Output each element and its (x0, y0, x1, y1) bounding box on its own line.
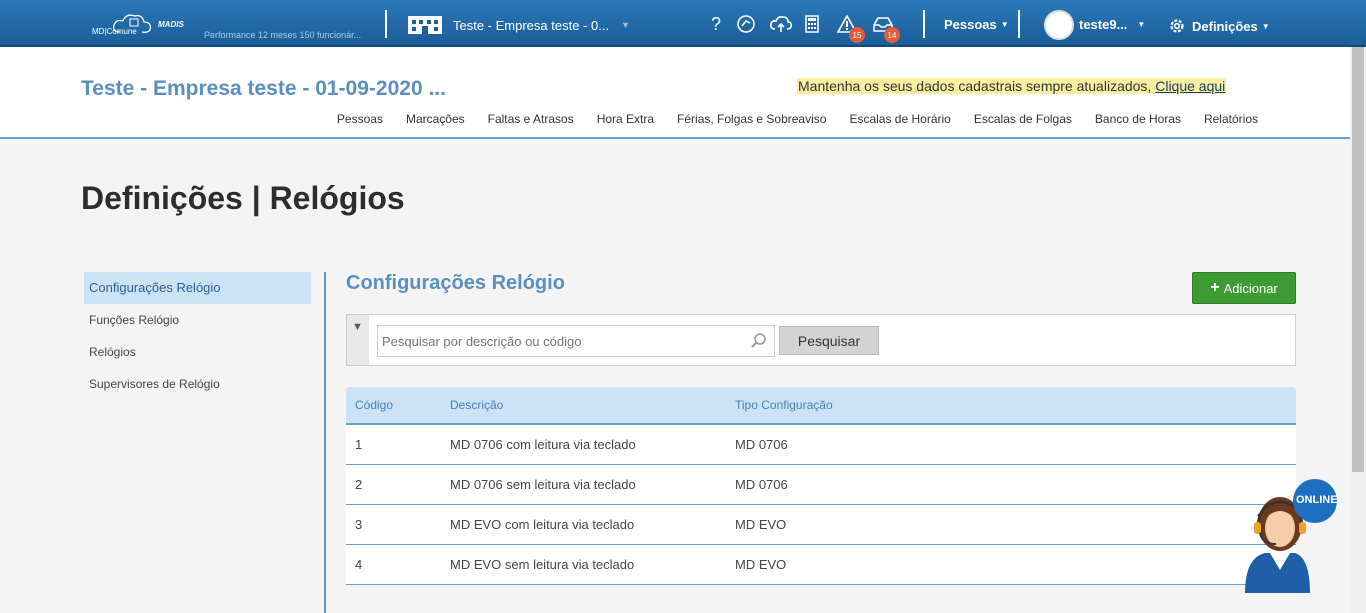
online-chat-widget[interactable]: ONLINE (1240, 478, 1340, 593)
column-header-tipo[interactable]: Tipo Configuração (735, 398, 1296, 412)
app-logo[interactable]: MD|Comune MADIS (90, 10, 190, 40)
cloud-upload-icon[interactable] (769, 14, 793, 34)
page-header: Teste - Empresa teste - 01-09-2020 ... M… (0, 47, 1350, 139)
user-name: teste9... (1079, 17, 1128, 32)
cell-descricao: MD 0706 sem leitura via teclado (450, 477, 636, 492)
alerts-badge: 15 (849, 27, 865, 43)
filter-bar: ▼ Pesquisar (346, 314, 1296, 366)
sidebar: Configurações Relógio Funções Relógio Re… (84, 272, 311, 400)
scrollbar[interactable] (1350, 47, 1366, 613)
section-title: Configurações Relógio (346, 272, 565, 294)
nav-marcacoes[interactable]: Marcações (406, 112, 465, 126)
logo-brand: MADIS (158, 20, 184, 29)
add-button-label: Adicionar (1223, 280, 1278, 296)
company-title: Teste - Empresa teste - 01-09-2020 ... (81, 77, 446, 100)
performance-label: Performance 12 meses 150 funcionár... (204, 30, 362, 40)
nav-ferias[interactable]: Férias, Folgas e Sobreaviso (677, 112, 826, 126)
chat-status: ONLINE (1296, 494, 1338, 506)
nav-relatorios[interactable]: Relatórios (1204, 112, 1258, 126)
update-notice: Mantenha os seus dados cadastrais sempre… (797, 78, 1227, 94)
divider (923, 10, 925, 38)
page-title: Definições | Relógios (81, 180, 405, 216)
sidebar-item-supervisores[interactable]: Supervisores de Relógio (84, 368, 311, 400)
table-row[interactable]: 1 MD 0706 com leitura via teclado MD 070… (346, 425, 1296, 465)
calculator-icon[interactable] (802, 14, 822, 34)
chevron-down-icon: ▼ (1000, 20, 1009, 29)
avatar[interactable] (1044, 10, 1074, 40)
scrollbar-thumb[interactable] (1352, 47, 1364, 472)
table-header: Código Descrição Tipo Configuração (346, 387, 1296, 425)
notice-text: Mantenha os seus dados cadastrais sempre… (798, 78, 1152, 94)
cell-codigo: 2 (355, 477, 363, 492)
search-button[interactable]: Pesquisar (779, 326, 879, 355)
help-icon[interactable]: ? (706, 14, 726, 34)
nav-escalas-folgas[interactable]: Escalas de Folgas (974, 112, 1072, 126)
main-nav: Pessoas Marcações Faltas e Atrasos Hora … (314, 112, 1258, 126)
user-menu[interactable]: teste9... ▼ (1079, 17, 1145, 32)
search-field (377, 325, 775, 357)
logo-text: MD|Comune (92, 27, 137, 36)
people-menu-label: Pessoas (944, 17, 997, 32)
sidebar-item-relogios[interactable]: Relógios (84, 336, 311, 368)
notice-link[interactable]: Clique aqui (1155, 78, 1225, 94)
nav-banco-horas[interactable]: Banco de Horas (1095, 112, 1181, 126)
table-row[interactable]: 3 MD EVO com leitura via teclado MD EVO (346, 505, 1296, 545)
plus-icon: + (1210, 279, 1220, 296)
settings-menu[interactable]: Definições ▼ (1168, 17, 1270, 35)
cell-tipo: MD 0706 (735, 477, 788, 492)
cell-tipo: MD 0706 (735, 437, 788, 452)
divider (324, 272, 326, 613)
nav-escalas-horario[interactable]: Escalas de Horário (849, 112, 950, 126)
top-bar: MD|Comune MADIS Performance 12 meses 150… (0, 0, 1366, 47)
add-button[interactable]: + Adicionar (1192, 272, 1296, 304)
search-icon[interactable] (750, 332, 768, 350)
cell-codigo: 1 (355, 437, 363, 452)
search-input[interactable] (378, 326, 738, 356)
inbox-badge: 14 (884, 27, 900, 43)
sidebar-item-funcoes-relogio[interactable]: Funções Relógio (84, 304, 311, 336)
nav-faltas-atrasos[interactable]: Faltas e Atrasos (488, 112, 574, 126)
table-row[interactable]: 2 MD 0706 sem leitura via teclado MD 070… (346, 465, 1296, 505)
divider (385, 10, 387, 38)
table-row[interactable]: 4 MD EVO sem leitura via teclado MD EVO (346, 545, 1296, 585)
building-icon (408, 16, 442, 34)
chevron-down-icon: ▼ (621, 20, 630, 30)
column-header-descricao[interactable]: Descrição (450, 398, 735, 412)
cell-descricao: MD EVO sem leitura via teclado (450, 557, 635, 572)
settings-menu-label: Definições (1192, 18, 1258, 34)
config-table: Código Descrição Tipo Configuração 1 MD … (346, 387, 1296, 585)
cell-tipo: MD EVO (735, 557, 787, 572)
cell-descricao: MD EVO com leitura via teclado (450, 517, 635, 532)
cell-codigo: 4 (355, 557, 363, 572)
company-selector-label: Teste - Empresa teste - 0... (453, 17, 610, 33)
chevron-down-icon: ▼ (1261, 21, 1270, 31)
filter-toggle[interactable]: ▼ (347, 315, 369, 365)
nav-hora-extra[interactable]: Hora Extra (597, 112, 654, 126)
chevron-down-icon: ▼ (1137, 20, 1146, 29)
filter-icon: ▼ (352, 321, 363, 333)
support-icon[interactable] (736, 14, 756, 34)
people-menu[interactable]: Pessoas ▼ (944, 17, 1009, 32)
cell-codigo: 3 (355, 517, 363, 532)
sidebar-item-configuracoes-relogio[interactable]: Configurações Relógio (84, 272, 311, 304)
cell-tipo: MD EVO (735, 517, 787, 532)
divider (1018, 10, 1020, 38)
column-header-codigo[interactable]: Código (346, 398, 450, 412)
gear-icon (1170, 19, 1184, 33)
company-selector[interactable]: Teste - Empresa teste - 0... ▼ (408, 14, 630, 36)
nav-pessoas[interactable]: Pessoas (337, 112, 383, 126)
cell-descricao: MD 0706 com leitura via teclado (450, 437, 636, 452)
